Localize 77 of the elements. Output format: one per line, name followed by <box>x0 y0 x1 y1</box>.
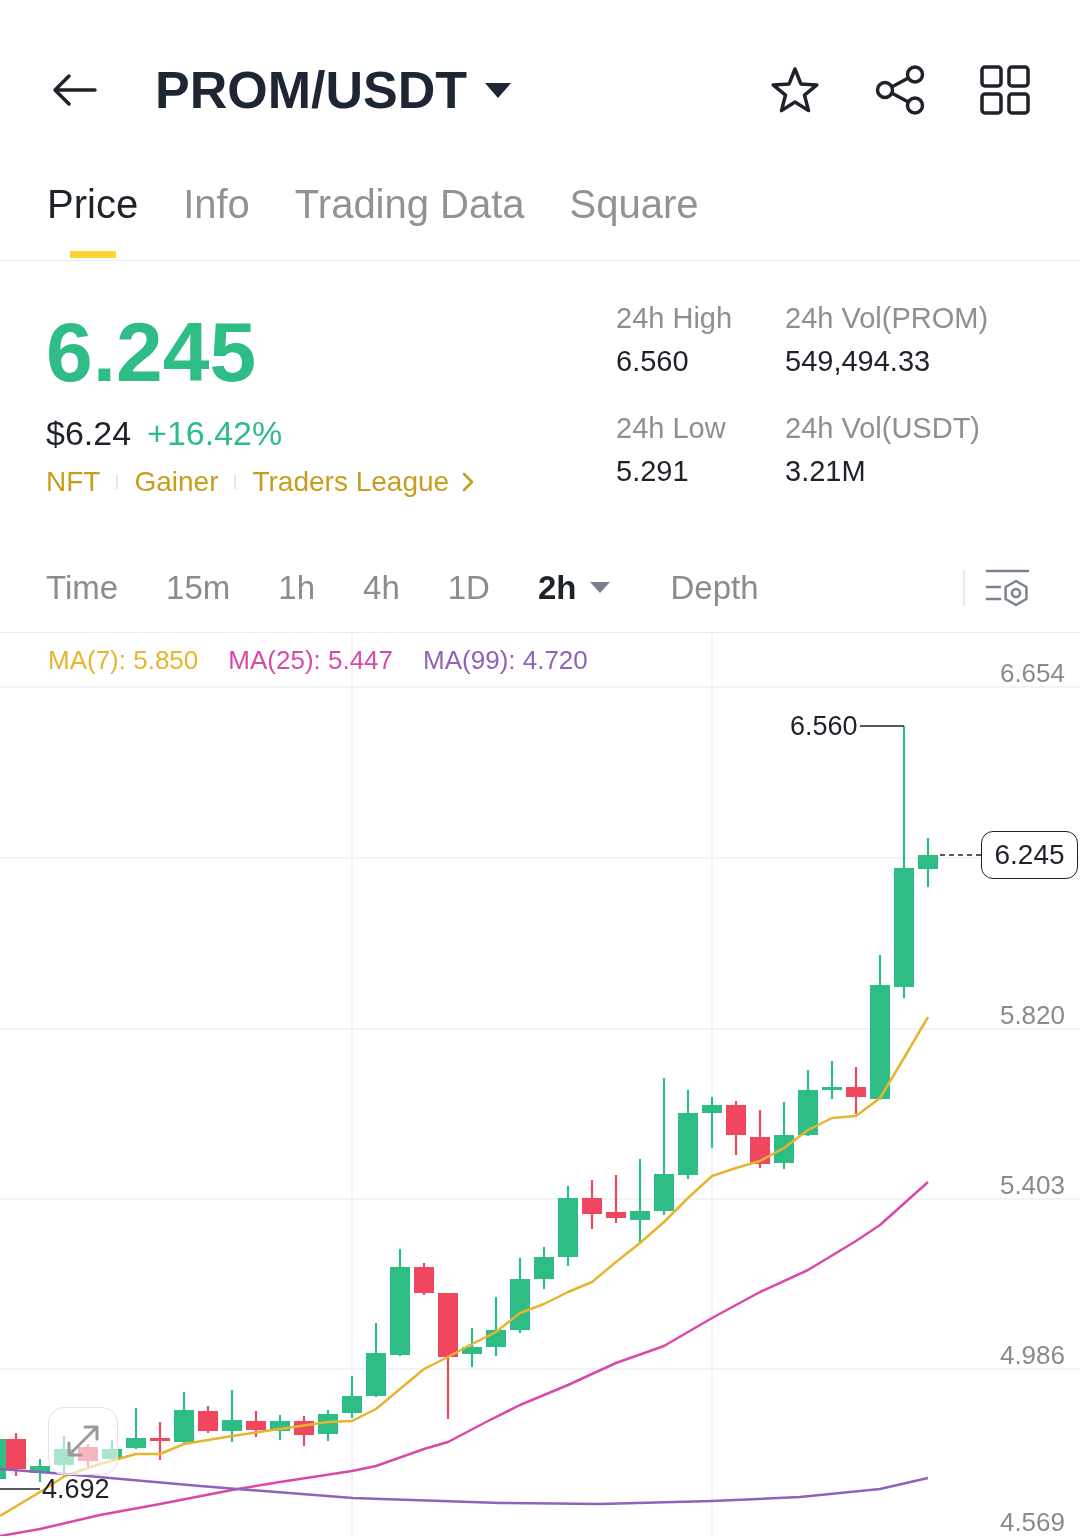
candle <box>918 838 938 887</box>
candle <box>606 1175 626 1223</box>
stat-label: 24h Vol(USDT) <box>785 411 980 446</box>
interval-tab[interactable]: 4h <box>363 567 400 608</box>
candle <box>246 1411 266 1437</box>
back-icon[interactable] <box>52 73 97 107</box>
candle <box>174 1392 194 1444</box>
candle <box>318 1410 338 1441</box>
axis-label: 5.403 <box>999 1171 1065 1198</box>
axis-label: 6.654 <box>999 659 1065 686</box>
stat-label: 24h High <box>616 301 733 336</box>
star-icon[interactable] <box>770 66 820 114</box>
expand-icon <box>65 1423 101 1459</box>
expand-button[interactable] <box>48 1407 118 1475</box>
interval-tab[interactable]: 2h <box>537 567 611 608</box>
candle <box>822 1061 842 1099</box>
candle <box>270 1415 290 1440</box>
ma-legend: MA(99): 4.720 <box>423 644 588 676</box>
stat-label: 24h Vol(PROM) <box>785 301 989 336</box>
leader-line <box>0 1488 41 1490</box>
candle <box>726 1101 746 1155</box>
candle <box>774 1102 794 1169</box>
stat-label: 24h Low <box>616 411 726 446</box>
axis-label: 5.820 <box>999 1001 1065 1028</box>
candle <box>222 1390 242 1442</box>
ma-legend: MA(25): 5.447 <box>228 644 394 676</box>
candle <box>126 1408 146 1449</box>
stat-value: 3.21M <box>785 454 866 489</box>
current-price-line <box>939 854 982 856</box>
tab[interactable]: Price <box>47 180 139 258</box>
stat-value: 6.560 <box>616 344 689 379</box>
tab[interactable]: Square <box>569 180 699 258</box>
fiat-price: $6.24 <box>46 413 132 453</box>
category-link[interactable]: Gainer <box>134 464 219 500</box>
interval-tab[interactable]: Depth <box>670 567 759 608</box>
category-link[interactable]: NFT <box>46 464 101 500</box>
candle <box>78 1444 98 1467</box>
interval-tab[interactable]: 1D <box>447 567 490 608</box>
settings-icon[interactable] <box>985 567 1030 608</box>
interval-tab[interactable]: 1h <box>278 567 316 608</box>
share-icon[interactable] <box>875 65 925 115</box>
candle <box>294 1416 314 1446</box>
candle <box>462 1328 482 1367</box>
candle <box>534 1247 554 1289</box>
stat-value: 549,494.33 <box>785 344 931 379</box>
grid-icon[interactable] <box>980 65 1030 115</box>
ma-legend: MA(7): 5.850 <box>48 644 199 676</box>
tab[interactable]: Trading Data <box>294 180 525 258</box>
chevron-icon <box>461 471 476 493</box>
candle <box>798 1070 818 1136</box>
interval-tab[interactable]: Time <box>46 567 119 608</box>
low-price-label: 4.692 <box>42 1476 110 1502</box>
stat-value: 5.291 <box>616 454 689 489</box>
last-price-tag: 6.245 <box>981 831 1078 879</box>
leader-line <box>859 725 905 727</box>
caret-icon <box>485 82 511 98</box>
candle <box>702 1097 722 1148</box>
price-change: +16.42% <box>147 413 283 453</box>
candle <box>846 1067 866 1114</box>
candle <box>150 1422 170 1460</box>
high-price-label: 6.560 <box>790 713 858 739</box>
pair-selector[interactable]: PROM/USDT <box>155 60 511 120</box>
candle <box>486 1297 506 1356</box>
caret-icon <box>590 582 611 593</box>
promo-link[interactable]: Traders League <box>252 464 476 500</box>
candle <box>54 1436 74 1476</box>
axis-label: 4.569 <box>999 1508 1065 1535</box>
candle <box>342 1376 362 1418</box>
tab[interactable]: Info <box>183 180 250 258</box>
candle <box>102 1440 122 1461</box>
last-price: 6.245 <box>46 310 257 394</box>
candle <box>750 1110 770 1168</box>
candle <box>414 1263 434 1295</box>
candle <box>198 1406 218 1433</box>
interval-tab[interactable]: 15m <box>166 567 231 608</box>
candle <box>582 1180 602 1229</box>
axis-label: 4.986 <box>999 1341 1065 1368</box>
